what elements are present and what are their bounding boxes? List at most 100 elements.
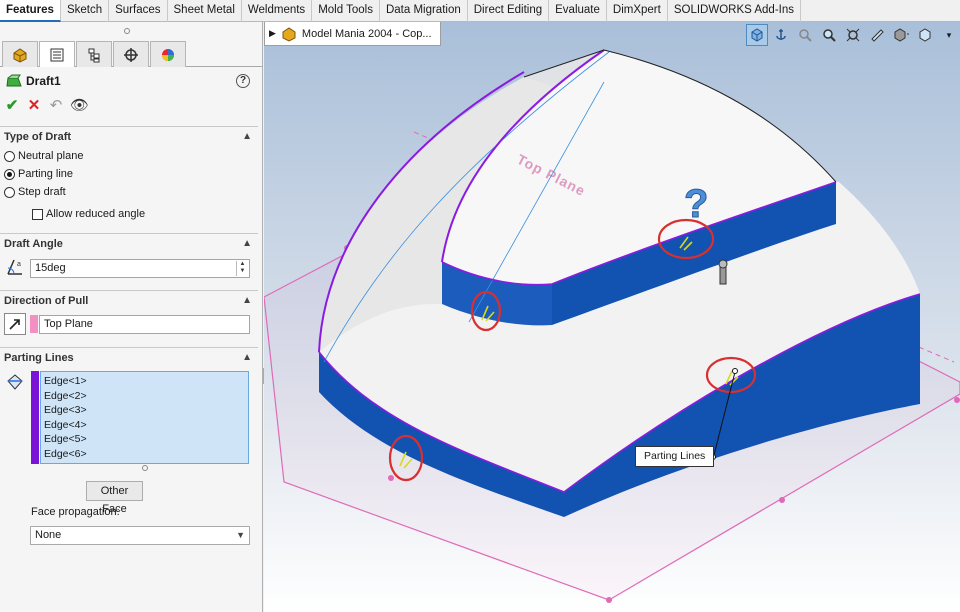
tab-sheet-metal[interactable]: Sheet Metal (168, 0, 242, 22)
face-propagation-label: Face propagation: (31, 506, 120, 518)
displaymanager-icon (162, 48, 174, 61)
radio-neutral-plane-circle[interactable] (4, 150, 15, 162)
list-item[interactable]: Edge<6> (44, 447, 245, 462)
list-item[interactable]: Edge<5> (44, 432, 245, 447)
scene-button[interactable]: ▾ (938, 24, 960, 46)
type-of-draft-header[interactable]: Type of Draft ▲ (0, 127, 258, 147)
zoom-to-area-icon (823, 29, 836, 42)
chevron-up-icon[interactable]: ▲ (242, 348, 252, 368)
list-item[interactable]: Edge<3> (44, 403, 245, 418)
display-style-icon (894, 28, 909, 42)
svg-text:a: a (17, 261, 21, 268)
draft-angle-spinner[interactable]: ▲ ▼ (236, 261, 248, 276)
configurationmanager-icon (88, 48, 100, 62)
zoom-to-area-button[interactable] (818, 24, 840, 46)
draft-angle-header[interactable]: Draft Angle ▲ (0, 234, 258, 254)
plane-handle[interactable] (779, 497, 785, 503)
section-view-icon (871, 29, 884, 42)
plane-handle[interactable] (954, 397, 960, 403)
face-propagation-value: None (35, 529, 62, 541)
manager-tabs (0, 41, 262, 67)
display-style-button[interactable] (890, 24, 912, 46)
hide-show-button[interactable] (914, 24, 936, 46)
allow-reduced-angle-label: Allow reduced angle (46, 208, 146, 220)
chevron-up-icon[interactable]: ▲ (242, 127, 252, 147)
tab-evaluate[interactable]: Evaluate (549, 0, 607, 22)
view-orientation-icon (751, 28, 763, 42)
panel-grip-handle[interactable] (124, 28, 130, 34)
direction-of-pull-title: Direction of Pull (4, 295, 89, 307)
feature-name: Draft1 (26, 74, 61, 88)
detailed-preview-eye-icon[interactable]: 👁 (70, 98, 89, 114)
tab-solidworks-add-ins[interactable]: SOLIDWORKS Add-Ins (668, 0, 801, 22)
zoom-to-fit-icon (799, 29, 812, 42)
parting-lines-header[interactable]: Parting Lines ▲ (0, 348, 258, 368)
parting-lines-callout-label: Parting Lines (644, 450, 706, 462)
chevron-down-icon[interactable]: ▼ (236, 527, 245, 544)
action-buttons: ✔ ✕ ↶ 👁 (4, 98, 89, 114)
direction-of-pull-input[interactable]: Top Plane (39, 315, 250, 334)
radio-step-draft-circle[interactable] (4, 186, 15, 198)
list-resize-handle[interactable] (142, 465, 148, 471)
expand-arrow-icon[interactable]: ▶ (269, 28, 276, 39)
draft-angle-input[interactable]: 15deg ▲ ▼ (30, 259, 250, 278)
model-graphics[interactable]: ? (264, 22, 960, 612)
radio-parting-line-circle[interactable] (4, 168, 15, 180)
radio-neutral-plane[interactable]: Neutral plane (0, 147, 258, 165)
type-of-draft-section: Type of Draft ▲ Neutral plane Parting li… (0, 126, 258, 223)
part-icon (282, 26, 296, 42)
radio-step-draft[interactable]: Step draft (0, 183, 258, 201)
dimxpertmanager-tab[interactable] (113, 41, 149, 67)
zoom-to-fit-button[interactable] (794, 24, 816, 46)
ok-button[interactable]: ✔ (4, 98, 20, 114)
displaymanager-tab[interactable] (150, 41, 186, 67)
configurationmanager-tab[interactable] (76, 41, 112, 67)
direction-of-pull-color-swatch (30, 315, 38, 333)
type-of-draft-title: Type of Draft (4, 131, 72, 143)
tab-sketch[interactable]: Sketch (61, 0, 110, 22)
undo-button[interactable]: ↶ (48, 98, 64, 114)
reverse-direction-arrow-icon (9, 319, 20, 330)
chevron-up-icon[interactable]: ▲ (242, 291, 252, 311)
graphics-viewport[interactable]: ? Top Plane ▶ Model Mania 2004 - Cop... (264, 22, 960, 612)
svg-text:?: ? (684, 182, 708, 226)
parting-lines-title: Parting Lines (4, 352, 74, 364)
plane-handle[interactable] (388, 475, 394, 481)
chevron-up-icon[interactable]: ▲ (242, 234, 252, 254)
featuremanager-tab[interactable] (2, 41, 38, 67)
tab-dimxpert[interactable]: DimXpert (607, 0, 668, 22)
cancel-button[interactable]: ✕ (26, 98, 42, 114)
tab-mold-tools[interactable]: Mold Tools (312, 0, 380, 22)
reverse-direction-button[interactable] (4, 313, 26, 335)
tab-surfaces[interactable]: Surfaces (109, 0, 168, 22)
list-item[interactable]: Edge<2> (44, 389, 245, 404)
radio-parting-line[interactable]: Parting line (0, 165, 258, 183)
previous-view-button[interactable] (842, 24, 864, 46)
other-face-button[interactable]: Other Face (86, 481, 143, 515)
parting-lines-callout[interactable]: Parting Lines (635, 446, 715, 467)
draft-angle-icon: a (4, 256, 26, 278)
tab-data-migration[interactable]: Data Migration (380, 0, 468, 22)
command-manager-tabs: Features Sketch Surfaces Sheet Metal Weldmen… (0, 0, 960, 22)
view-orientation-button[interactable] (746, 24, 768, 46)
list-item[interactable]: Edge<1> (44, 374, 245, 389)
tab-features[interactable]: Features (0, 0, 61, 22)
tab-direct-editing[interactable]: Direct Editing (468, 0, 550, 22)
parting-lines-list[interactable]: Edge<1> Edge<2> Edge<3> Edge<4> Edge<5> Edge<… (40, 371, 249, 464)
question-mark-icon: ? (684, 182, 709, 227)
anchor-button[interactable] (770, 24, 792, 46)
tab-weldments[interactable]: Weldments (242, 0, 313, 22)
direction-of-pull-header[interactable]: Direction of Pull ▲ (0, 291, 258, 311)
drag-cursor-icon (718, 259, 728, 285)
help-icon[interactable]: ? (236, 74, 250, 88)
propertymanager-icon (50, 48, 64, 61)
plane-handle[interactable] (606, 597, 612, 603)
face-propagation-select[interactable]: None ▼ (30, 526, 250, 545)
allow-reduced-angle-checkbox-row[interactable]: Allow reduced angle (0, 205, 258, 223)
section-view-button[interactable] (866, 24, 888, 46)
dimxpertmanager-icon (124, 47, 138, 62)
allow-reduced-angle-checkbox[interactable] (32, 208, 43, 220)
list-item[interactable]: Edge<4> (44, 418, 245, 433)
feature-breadcrumb[interactable]: ▶ Model Mania 2004 - Cop... (264, 22, 441, 46)
propertymanager-tab[interactable] (39, 41, 75, 67)
